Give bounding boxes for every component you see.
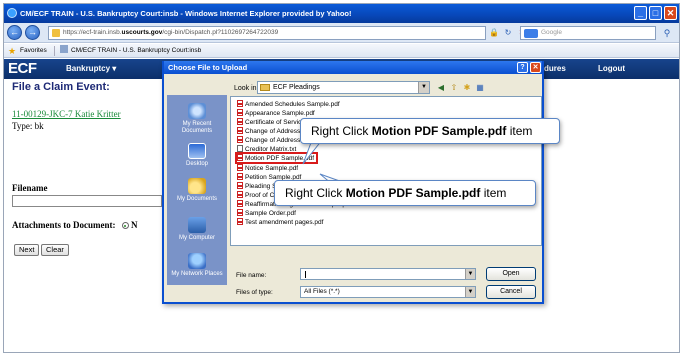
callout-target: Motion PDF Sample.pdf bbox=[345, 186, 481, 200]
instruction-callout-top: Right Click Motion PDF Sample.pdf item bbox=[300, 118, 560, 144]
instruction-callout-bottom: Right Click Motion PDF Sample.pdf item bbox=[274, 180, 536, 206]
browser-window: CM/ECF TRAIN - U.S. Bankruptcy Court:ins… bbox=[3, 3, 680, 353]
callout-prefix: Right Click bbox=[311, 124, 372, 138]
callout-prefix: Right Click bbox=[285, 186, 346, 200]
callout-suffix: item bbox=[506, 124, 533, 138]
callout-target: Motion PDF Sample.pdf bbox=[371, 124, 507, 138]
callout-pointers bbox=[302, 139, 349, 185]
callout-suffix: item bbox=[480, 186, 507, 200]
